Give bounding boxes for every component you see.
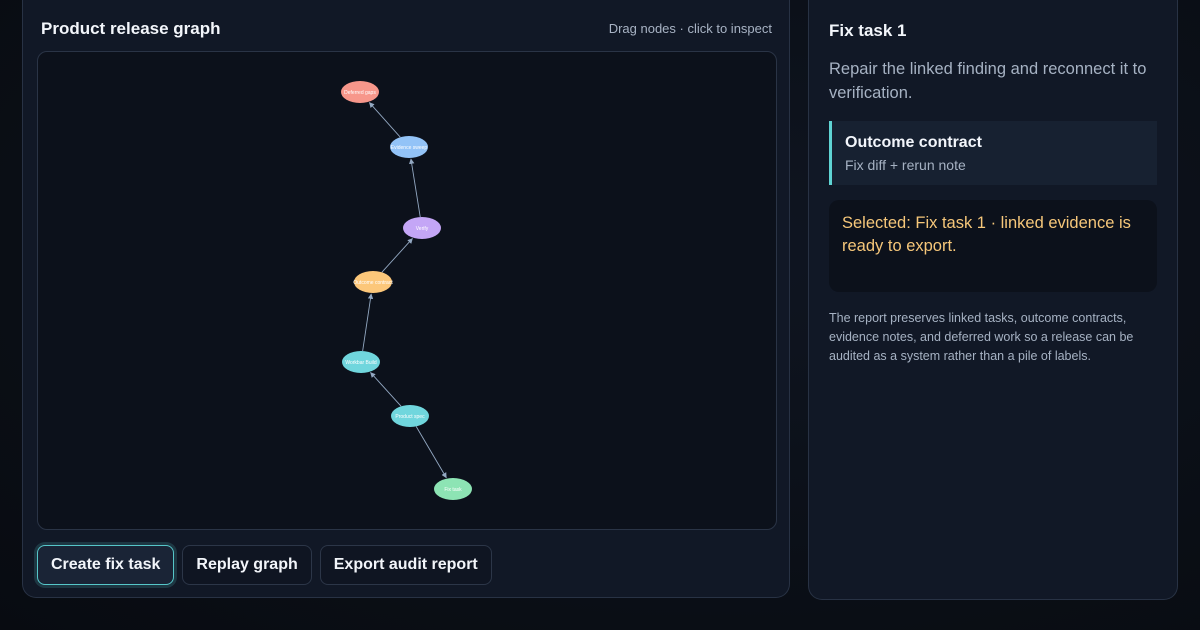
graph-node-workbar[interactable]: Workbar Build: [342, 351, 380, 373]
graph-edge-evidence-to-deferred: [369, 102, 401, 138]
graph-node-deferred[interactable]: Deferred gaps: [341, 81, 379, 103]
graph-panel-title: Product release graph: [41, 19, 221, 38]
selection-status: Selected: Fix task 1 · linked evidence i…: [829, 200, 1157, 292]
graph-edge-product-to-fix: [415, 426, 447, 479]
graph-node-evidence[interactable]: Evidence sweep: [390, 136, 428, 158]
graph-edge-verify-to-evidence: [409, 158, 421, 218]
report-note: The report preserves linked tasks, outco…: [829, 311, 1134, 363]
graph-node-label: Evidence sweep: [391, 145, 428, 151]
contract-value: Fix diff + rerun note: [845, 157, 966, 173]
graph-panel: Product release graph Drag nodes · click…: [22, 0, 790, 598]
graph-svg: Deferred gaps Evidence sweep Verify Outcome…: [341, 81, 472, 500]
graph-node-label: Product spec: [395, 414, 425, 420]
graph-node-outcome[interactable]: Outcome contract: [353, 271, 393, 293]
graph-canvas[interactable]: Deferred gaps Evidence sweep Verify Outcome…: [37, 51, 777, 530]
graph-panel-hint: Drag nodes · click to inspect: [608, 21, 772, 36]
action-bar: Create fix task Replay graph Export audi…: [37, 545, 492, 585]
app-page: Product release graph Drag nodes · click…: [0, 0, 1200, 630]
detail-description: Repair the linked finding and reconnect …: [829, 60, 1147, 102]
graph-nodes: Deferred gaps Evidence sweep Verify Outcome…: [341, 81, 472, 500]
detail-panel: Fix task 1 Repair the linked finding and…: [808, 0, 1178, 600]
graph-node-label: Fix task: [444, 487, 462, 493]
outcome-contract-card: Outcome contract Fix diff + rerun note: [829, 121, 1157, 185]
graph-edge-workbar-to-outcome: [362, 293, 374, 352]
graph-node-fix[interactable]: Fix task: [434, 478, 472, 500]
graph-node-label: Workbar Build: [345, 360, 377, 366]
graph-edge-outcome-to-verify: [381, 238, 413, 273]
replay-graph-button[interactable]: Replay graph: [182, 545, 312, 585]
detail-title: Fix task 1: [829, 21, 907, 40]
graph-edge-product-to-workbar: [370, 372, 402, 407]
graph-node-label: Deferred gaps: [344, 90, 376, 96]
create-fix-task-button[interactable]: Create fix task: [37, 545, 175, 585]
graph-node-label: Outcome contract: [353, 280, 393, 286]
graph-node-verify[interactable]: Verify: [403, 217, 441, 239]
graph-node-product[interactable]: Product spec: [391, 405, 429, 427]
graph-node-label: Verify: [416, 226, 429, 232]
export-audit-report-button[interactable]: Export audit report: [319, 545, 492, 585]
contract-title: Outcome contract: [845, 134, 982, 151]
